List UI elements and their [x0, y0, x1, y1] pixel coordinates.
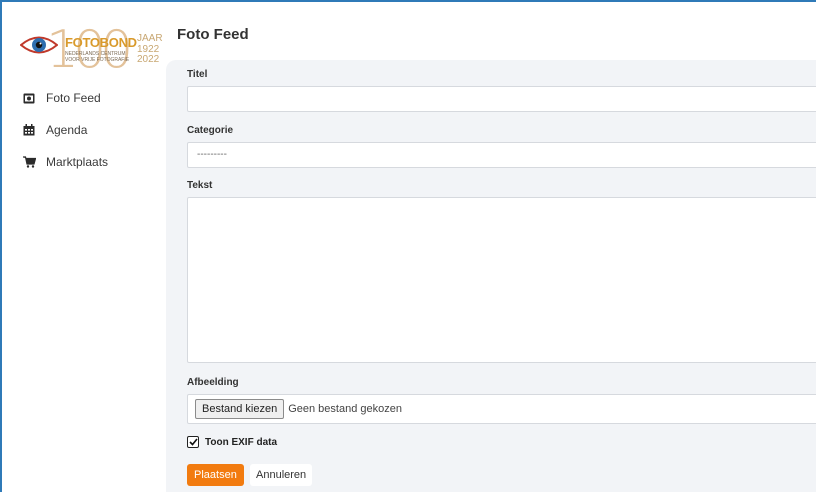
category-select[interactable]: --------- — [187, 142, 816, 168]
title-input[interactable] — [187, 86, 816, 112]
exif-checkbox-row[interactable]: Toon EXIF data — [187, 436, 277, 448]
category-label: Categorie — [187, 125, 234, 136]
sidebar-item-agenda[interactable]: Agenda — [22, 114, 108, 146]
logo-subtitle: NEDERLANDS CENTRUM VOOR VRIJE FOTOGRAFIE — [65, 51, 130, 63]
sidebar-item-label: Foto Feed — [46, 91, 101, 105]
eye-icon — [20, 36, 58, 54]
cancel-button[interactable]: Annuleren — [250, 464, 313, 486]
submit-button[interactable]: Plaatsen — [187, 464, 244, 486]
sidebar-item-marktplaats[interactable]: Marktplaats — [22, 146, 108, 178]
page-header: Foto Feed — [166, 2, 816, 60]
title-label: Titel — [187, 69, 208, 80]
sidebar-item-label: Marktplaats — [46, 155, 109, 169]
sidebar: 100 FOTOBOND NEDERLANDS CENTRUM VOOR VRI… — [2, 2, 166, 492]
choose-file-button[interactable]: Bestand kiezen — [195, 399, 285, 419]
logo-years: 1922 2022 — [137, 44, 160, 65]
camera-icon — [22, 91, 36, 105]
text-textarea[interactable] — [187, 197, 816, 363]
exif-label: Toon EXIF data — [205, 436, 278, 448]
post-form: Titel Categorie --------- Tekst Afbeeldi… — [166, 60, 816, 492]
category-selected-value: --------- — [197, 149, 227, 160]
logo-number: 100 — [46, 20, 133, 80]
text-label: Tekst — [187, 180, 213, 191]
image-label: Afbeelding — [187, 377, 239, 388]
exif-checkbox[interactable] — [187, 436, 199, 448]
logo-brand: FOTOBOND — [65, 35, 137, 50]
cart-icon — [22, 155, 36, 169]
page-title: Foto Feed — [177, 26, 249, 43]
image-file-input: Bestand kiezen Geen bestand gekozen — [187, 394, 816, 424]
sidebar-item-label: Agenda — [46, 123, 88, 137]
checkmark-icon — [188, 438, 198, 446]
sidebar-item-foto-feed[interactable]: Foto Feed — [22, 82, 108, 114]
calendar-icon — [22, 123, 36, 137]
logo-jaar: JAAR — [137, 33, 163, 44]
fotobond-logo[interactable]: 100 FOTOBOND NEDERLANDS CENTRUM VOOR VRI… — [16, 20, 166, 76]
sidebar-nav: Foto Feed Agenda Marktplaats — [22, 82, 108, 178]
file-status: Geen bestand gekozen — [288, 403, 402, 415]
